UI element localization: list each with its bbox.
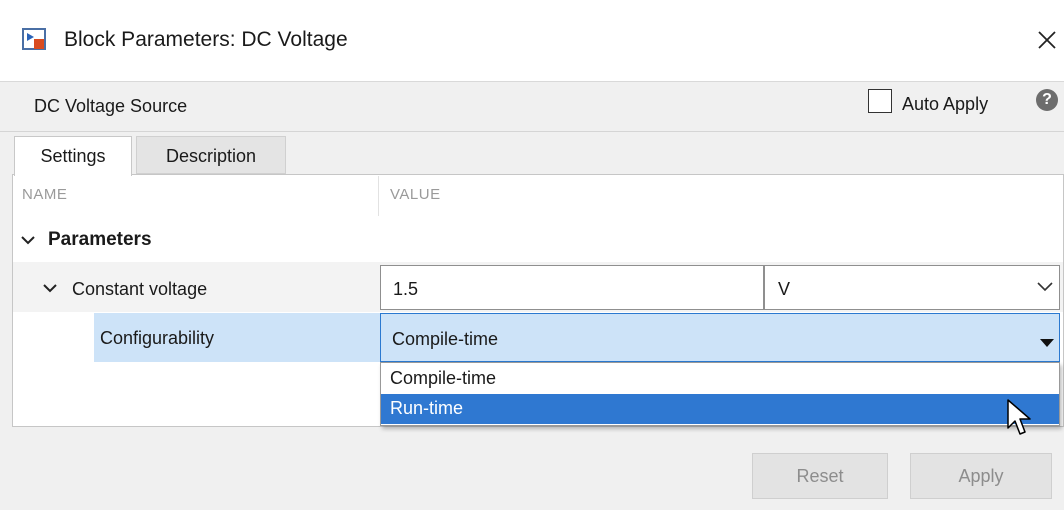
configurability-label: Configurability: [100, 328, 215, 348]
block-name-label: DC Voltage Source: [34, 96, 188, 116]
option-run-time[interactable]: Run-time: [381, 394, 1059, 424]
chevron-down-icon[interactable]: [1036, 279, 1054, 293]
auto-apply-checkbox[interactable]: [868, 89, 892, 113]
column-header-name: NAME: [22, 186, 68, 203]
constant-voltage-label: Constant voltage: [72, 279, 208, 299]
column-separator: [378, 176, 379, 216]
reset-button[interactable]: Reset: [752, 453, 888, 499]
row-indent: [13, 313, 94, 362]
tab-settings[interactable]: Settings: [14, 136, 132, 176]
close-icon[interactable]: [1031, 24, 1061, 54]
group-parameters[interactable]: Parameters: [48, 229, 152, 251]
window-title: Block Parameters: DC Voltage: [64, 28, 348, 51]
chevron-down-icon[interactable]: [20, 232, 36, 248]
configurability-select[interactable]: Compile-time: [380, 313, 1060, 362]
chevron-down-icon[interactable]: [42, 280, 58, 296]
apply-button[interactable]: Apply: [910, 453, 1052, 499]
column-header-value: VALUE: [390, 186, 441, 203]
constant-voltage-input[interactable]: 1.5: [380, 265, 764, 310]
option-compile-time[interactable]: Compile-time: [381, 364, 1059, 394]
unit-select[interactable]: V: [764, 265, 1060, 310]
simulink-block-icon: [22, 28, 48, 52]
tab-description[interactable]: Description: [136, 136, 286, 174]
dropdown-arrow-icon[interactable]: [1040, 334, 1054, 347]
mouse-cursor-icon: [1006, 398, 1032, 438]
help-icon[interactable]: ?: [1036, 89, 1058, 111]
auto-apply-label[interactable]: Auto Apply: [902, 94, 988, 115]
